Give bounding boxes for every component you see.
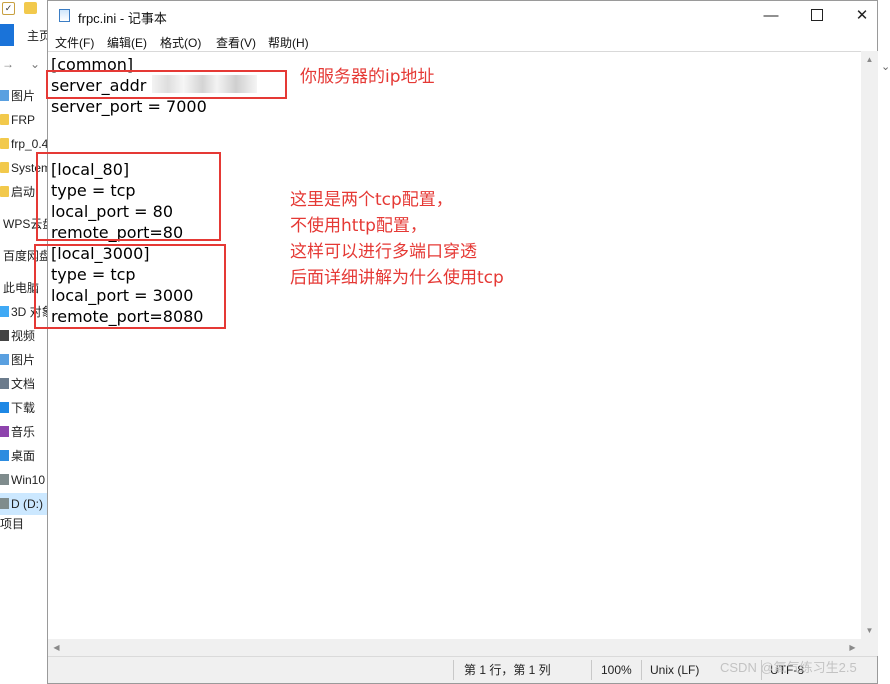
nav-item-desktop[interactable]: 桌面 [0, 445, 48, 467]
vertical-scrollbar[interactable]: ▲ ▼ [861, 51, 878, 639]
annotation-tcp-line-4: 后面详细讲解为什么使用tcp [290, 268, 504, 288]
nav-item-documents[interactable]: 文档 [0, 373, 48, 395]
desktop-icon [0, 450, 9, 461]
status-cursor-position: 第 1 行，第 1 列 [464, 663, 551, 677]
video-icon [0, 330, 9, 341]
maximize-icon [811, 9, 823, 21]
chevron-down-icon: ⌄ [881, 61, 890, 73]
nav-item-d-drive[interactable]: D (D:) [0, 493, 48, 515]
nav-item-downloads[interactable]: 下载 [0, 397, 48, 419]
folder-icon [0, 162, 9, 173]
menu-edit[interactable]: 编辑(E) [107, 34, 147, 51]
horizontal-scrollbar[interactable]: ◀ ▶ [48, 639, 861, 656]
folder-icon [24, 2, 37, 14]
ribbon-tab-home[interactable]: 主页 [27, 27, 48, 44]
checkbox-icon[interactable]: ✓ [2, 2, 15, 15]
status-divider [591, 660, 592, 680]
explorer-status-items: 项目 [0, 517, 25, 531]
annotation-ip-note: 你服务器的ip地址 [300, 67, 435, 87]
maximize-button[interactable] [794, 1, 840, 31]
chevron-down-icon[interactable]: ⌄ [30, 57, 40, 71]
annotation-tcp-line-3: 这样可以进行多端口穿透 [290, 242, 477, 262]
scrollbar-corner [861, 639, 878, 656]
drive-icon [0, 498, 9, 509]
annotation-tcp-line-1: 这里是两个tcp配置， [290, 190, 453, 210]
image-icon [0, 354, 9, 365]
file-explorer-window: ✓ 主页 → ⌄ 图片 FRP frp_0.4 System 启动 WPS云盘 … [0, 0, 49, 684]
nav-item-pictures-2[interactable]: 图片 [0, 349, 48, 371]
nav-item-music[interactable]: 音乐 [0, 421, 48, 443]
forward-arrow-icon[interactable]: → [2, 57, 14, 71]
explorer-address-bar: → ⌄ [0, 54, 48, 78]
menu-help[interactable]: 帮助(H) [268, 34, 309, 51]
minimize-button[interactable]: — [748, 1, 794, 31]
window-title: frpc.ini - 记事本 [78, 11, 167, 26]
nav-item-pictures[interactable]: 图片 [0, 85, 48, 107]
notepad-titlebar[interactable]: frpc.ini - 记事本 — ✕ [48, 1, 877, 31]
text-line: server_port = 7000 [51, 97, 207, 116]
menu-bar: 文件(F) 编辑(E) 格式(O) 查看(V) 帮助(H) [48, 31, 877, 51]
music-icon [0, 426, 9, 437]
status-divider [453, 660, 454, 680]
file-tab-button[interactable] [0, 24, 14, 46]
status-divider [641, 660, 642, 680]
scroll-down-icon[interactable]: ▼ [861, 622, 878, 639]
status-line-ending: Unix (LF) [650, 663, 700, 677]
highlight-box-local-3000 [34, 244, 226, 329]
download-icon [0, 402, 9, 413]
menu-file[interactable]: 文件(F) [55, 34, 94, 51]
highlight-box-local-80 [36, 152, 221, 241]
annotation-tcp-line-2: 不使用http配置， [290, 216, 427, 236]
notepad-app-icon [59, 9, 70, 22]
folder-icon [0, 138, 9, 149]
scroll-right-icon[interactable]: ▶ [844, 639, 861, 656]
nav-item-frp[interactable]: FRP [0, 109, 48, 131]
menu-view[interactable]: 查看(V) [216, 34, 256, 51]
scroll-left-icon[interactable]: ◀ [48, 639, 65, 656]
drive-icon [0, 474, 9, 485]
document-icon [0, 378, 9, 389]
highlight-box-server-addr [46, 70, 287, 99]
folder-icon [0, 114, 9, 125]
3d-objects-icon [0, 306, 9, 317]
csdn-watermark: CSDN @氧气练习生2.5 [720, 660, 857, 675]
close-button[interactable]: ✕ [839, 1, 885, 31]
explorer-titlebar: ✓ [0, 0, 48, 20]
background-window-edge: ⌄ [878, 48, 890, 684]
explorer-ribbon: 主页 [0, 22, 48, 48]
status-zoom: 100% [601, 663, 632, 677]
scroll-up-icon[interactable]: ▲ [861, 51, 878, 68]
folder-icon [0, 186, 9, 197]
notepad-window: frpc.ini - 记事本 — ✕ 文件(F) 编辑(E) 格式(O) 查看(… [34, 0, 878, 684]
nav-item-win10-drive[interactable]: Win10 [0, 469, 48, 491]
text-editor-area[interactable]: [common] server_addr = 10 server_port = … [34, 51, 861, 640]
image-icon [0, 90, 9, 101]
menu-format[interactable]: 格式(O) [160, 34, 201, 51]
